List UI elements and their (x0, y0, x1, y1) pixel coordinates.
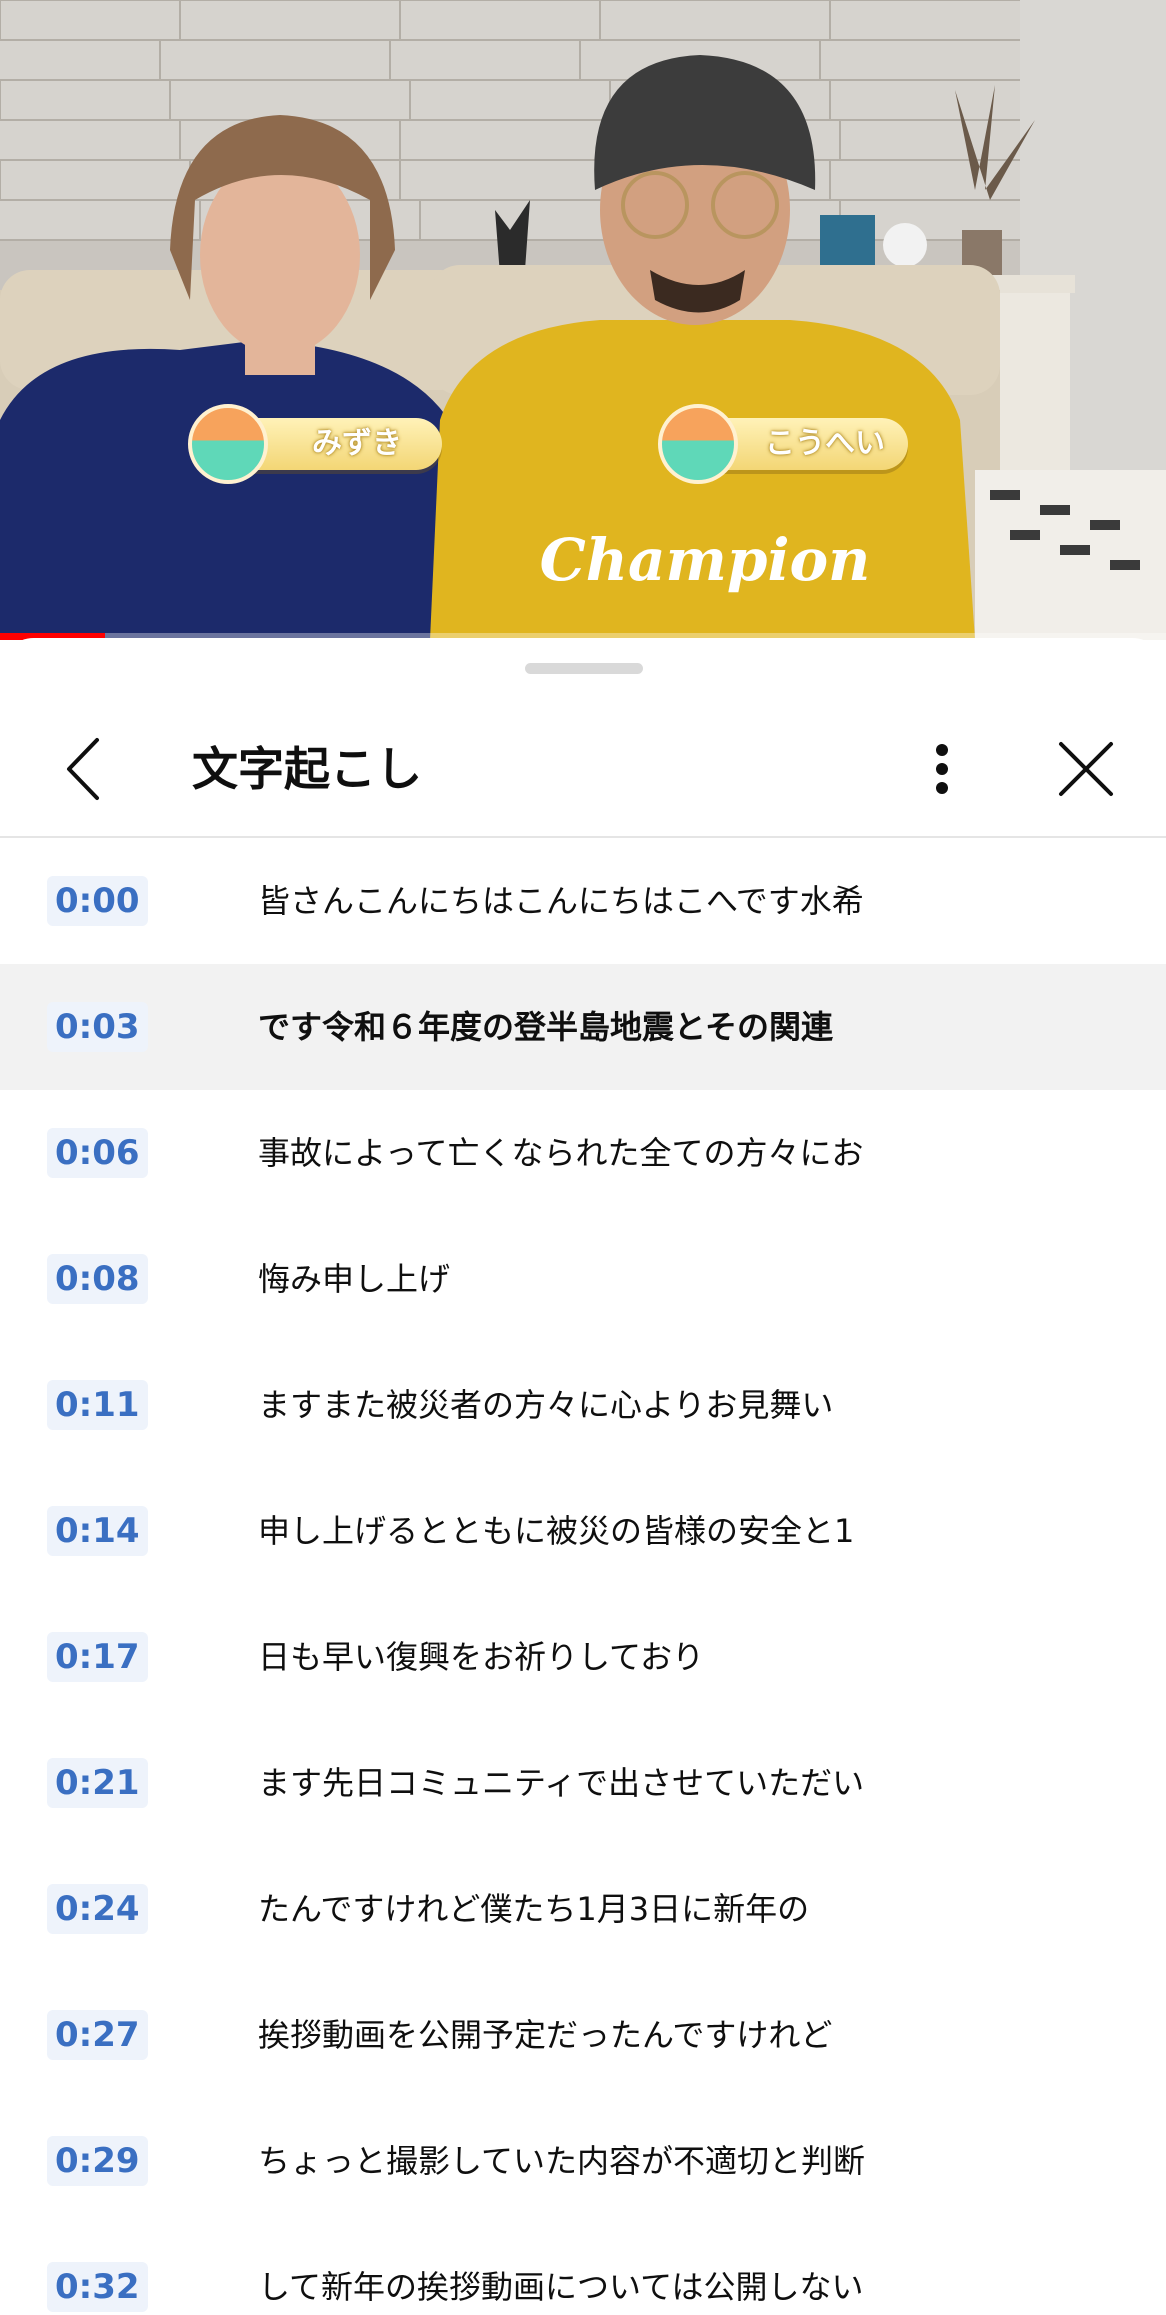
back-button[interactable] (58, 732, 108, 806)
more-vert-icon (936, 744, 948, 794)
segment-text: ます先日コミュニティで出させていただい (258, 1764, 865, 1802)
speaker-name: みずき (312, 426, 402, 461)
segment-text: 悔み申し上げ (258, 1260, 451, 1298)
transcript-segment[interactable]: 0:27 挨拶動画を公開予定だったんですけれど (0, 1972, 1166, 2098)
segment-timestamp[interactable]: 0:14 (47, 1506, 148, 1556)
channel-logo-icon (188, 404, 268, 484)
segment-timestamp[interactable]: 0:29 (47, 2136, 148, 2186)
segment-timestamp[interactable]: 0:08 (47, 1254, 148, 1304)
segment-timestamp[interactable]: 0:03 (47, 1002, 148, 1052)
segment-text: 挨拶動画を公開予定だったんですけれど (258, 2016, 833, 2054)
segment-text: です令和６年度の登半島地震とその関連 (258, 1008, 834, 1046)
transcript-segment[interactable]: 0:32 して新年の挨拶動画については公開しない (0, 2224, 1166, 2315)
close-icon (1059, 742, 1113, 796)
drag-handle[interactable] (525, 663, 643, 674)
segment-text: 皆さんこんにちはこんにちはこへです水希 (258, 882, 864, 920)
close-button[interactable] (1050, 738, 1122, 800)
segment-timestamp[interactable]: 0:00 (47, 876, 148, 926)
speaker-tag-2: こうへい (658, 404, 908, 484)
transcript-segment[interactable]: 0:06 事故によって亡くなられた全ての方々にお (0, 1090, 1166, 1216)
transcript-segment[interactable]: 0:24 たんですけれど僕たち1月3日に新年の (0, 1846, 1166, 1972)
panel-header: 文字起こし (0, 704, 1166, 834)
transcript-segment[interactable]: 0:21 ます先日コミュニティで出させていただい (0, 1720, 1166, 1846)
segment-timestamp[interactable]: 0:11 (47, 1380, 148, 1430)
segment-text: 日も早い復興をお祈りしており (258, 1638, 705, 1676)
video-frame: Champion (0, 0, 1166, 640)
transcript-segment[interactable]: 0:08 悔み申し上げ (0, 1216, 1166, 1342)
speaker-name: こうへい (765, 426, 885, 461)
panel-title: 文字起こし (192, 742, 422, 796)
transcript-segment[interactable]: 0:14 申し上げるとともに被災の皆様の安全と1 (0, 1468, 1166, 1594)
transcript-list: 0:00 皆さんこんにちはこんにちはこへです水希 0:03 です令和６年度の登半島地震… (0, 838, 1166, 2315)
segment-timestamp[interactable]: 0:27 (47, 2010, 148, 2060)
transcript-segment[interactable]: 0:00 皆さんこんにちはこんにちはこへです水希 (0, 838, 1166, 964)
video-player[interactable]: Champion みずき こうへい (0, 0, 1166, 640)
segment-text: 申し上げるとともに被災の皆様の安全と1 (258, 1512, 855, 1550)
transcript-panel: 文字起こし 0:00 皆さんこんにちはこんにちはこへです水希 0:03 です令和６年度… (0, 638, 1166, 2315)
segment-text: ますまた被災者の方々に心よりお見舞い (258, 1386, 834, 1424)
segment-timestamp[interactable]: 0:24 (47, 1884, 148, 1934)
speaker-tag-1: みずき (188, 404, 442, 484)
segment-timestamp[interactable]: 0:17 (47, 1632, 148, 1682)
segment-timestamp[interactable]: 0:21 (47, 1758, 148, 1808)
segment-timestamp[interactable]: 0:32 (47, 2262, 148, 2312)
segment-text: ちょっと撮影していた内容が不適切と判断 (258, 2142, 866, 2180)
transcript-segment[interactable]: 0:17 日も早い復興をお祈りしており (0, 1594, 1166, 1720)
segment-text: 事故によって亡くなられた全ての方々にお (258, 1134, 864, 1172)
more-options-button[interactable] (918, 738, 966, 800)
transcript-segment[interactable]: 0:11 ますまた被災者の方々に心よりお見舞い (0, 1342, 1166, 1468)
transcript-segment[interactable]: 0:03 です令和６年度の登半島地震とその関連 (0, 964, 1166, 1090)
chevron-left-icon (67, 738, 99, 800)
channel-logo-icon (658, 404, 738, 484)
transcript-segment[interactable]: 0:29 ちょっと撮影していた内容が不適切と判断 (0, 2098, 1166, 2224)
segment-text: たんですけれど僕たち1月3日に新年の (258, 1890, 810, 1928)
segment-timestamp[interactable]: 0:06 (47, 1128, 148, 1178)
segment-text: して新年の挨拶動画については公開しない (258, 2268, 864, 2306)
shirt-logo-text: Champion (540, 526, 871, 594)
